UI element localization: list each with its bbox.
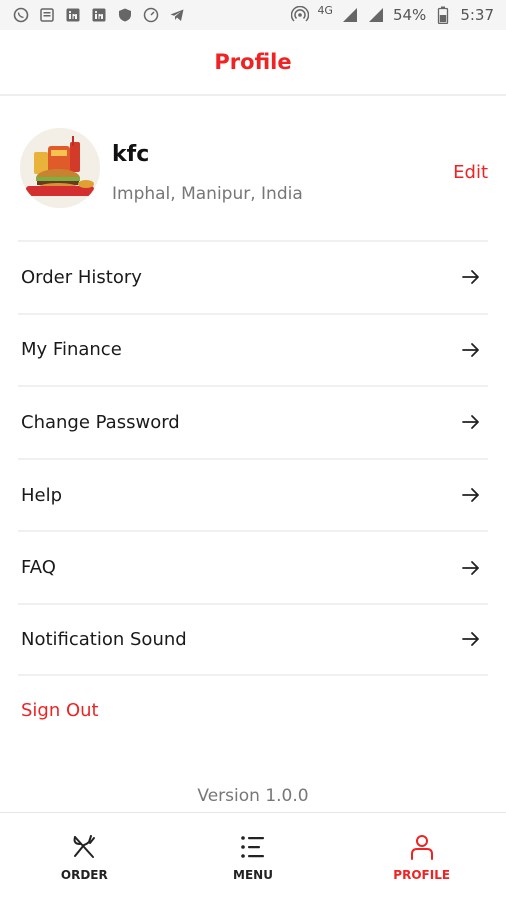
nav-item-profile[interactable]: PROFILE <box>337 813 506 900</box>
system-status: 4G 54% 5:37 <box>291 3 494 24</box>
arrow-right-icon <box>462 415 479 430</box>
shield-icon <box>116 6 134 24</box>
signal-icon <box>341 6 359 24</box>
arrow-right-icon <box>462 342 479 357</box>
user-icon <box>410 834 433 860</box>
notification-icons <box>12 6 186 24</box>
menu-item-faq[interactable]: FAQ <box>18 530 488 603</box>
arrow-right-icon <box>462 270 479 285</box>
menu-item-label: Notification Sound <box>21 628 187 650</box>
list-icon <box>241 835 264 858</box>
menu-item-label: Order History <box>21 266 142 288</box>
battery-icon <box>434 6 452 24</box>
menu-item-order-history[interactable]: Order History <box>18 240 488 313</box>
signal-icon <box>367 6 385 24</box>
menu-item-notification-sound[interactable]: Notification Sound <box>18 602 488 676</box>
nav-item-menu[interactable]: MENU <box>169 813 338 900</box>
arrow-right-icon <box>462 488 479 502</box>
hotspot-icon <box>291 6 310 24</box>
nav-label: ORDER <box>60 867 108 882</box>
network-type: 4G <box>317 3 333 17</box>
battery-percent: 54% <box>392 6 427 24</box>
menu-item-change-password[interactable]: Change Password <box>18 385 488 458</box>
arrow-right-icon <box>462 560 479 575</box>
menu-item-label: Change Password <box>21 411 180 433</box>
menu-item-label: My Finance <box>21 339 122 361</box>
clock: 5:37 <box>460 6 494 24</box>
sign-out-button[interactable]: Sign Out <box>21 700 99 721</box>
whatsapp-icon <box>12 6 30 24</box>
speed-icon <box>142 6 160 24</box>
menu-item-label: Help <box>21 484 63 506</box>
page-title: Profile <box>214 50 292 74</box>
profile-card: kfc Imphal, Manipur, India Edit <box>18 118 488 240</box>
menu-item-label: FAQ <box>21 557 56 579</box>
linkedin-icon <box>64 6 82 24</box>
version-text: Version 1.0.0 <box>197 786 309 806</box>
nav-label: MENU <box>233 867 273 882</box>
edit-profile-button[interactable]: Edit <box>453 162 488 183</box>
menu-list: Order History My Finance Change Password… <box>0 240 506 676</box>
app-header: Profile <box>0 30 506 96</box>
profile-name: kfc <box>112 142 150 167</box>
profile-location: Imphal, Manipur, India <box>112 184 303 204</box>
arrow-right-icon <box>462 632 479 647</box>
news-icon <box>38 6 56 24</box>
bottom-nav: ORDER MENU PROFILE <box>0 812 506 900</box>
status-bar: 4G 54% 5:37 <box>0 0 506 30</box>
menu-item-my-finance[interactable]: My Finance <box>18 312 488 386</box>
fork-knife-icon <box>73 834 96 858</box>
nav-item-order[interactable]: ORDER <box>0 813 169 900</box>
telegram-icon <box>168 6 186 24</box>
linkedin-icon <box>90 6 108 24</box>
nav-label: PROFILE <box>393 867 451 882</box>
menu-item-help[interactable]: Help <box>18 457 488 531</box>
food-avatar[interactable] <box>20 128 100 208</box>
